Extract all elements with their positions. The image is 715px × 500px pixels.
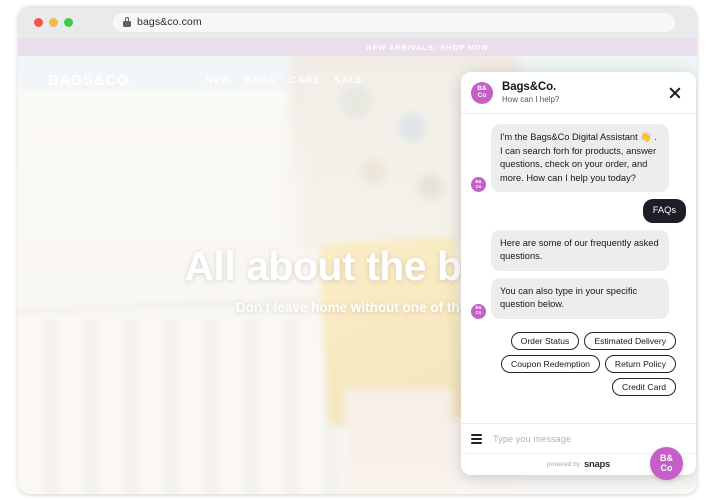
- avatar-line-2: Co: [477, 91, 487, 99]
- bot-avatar: B& Co: [471, 303, 486, 319]
- chat-header: B& Co Bags&Co. How can I help?: [461, 72, 696, 114]
- nav-item-new[interactable]: NEW: [206, 75, 231, 86]
- nav-item-bags[interactable]: BAGS: [245, 75, 276, 86]
- web-page: NEW ARRIVALS: SHOP NOW BAGS&CO. NEW BAGS: [18, 38, 697, 494]
- bot-message-bubble: I'm the Bags&Co Digital Assistant 👋 . I …: [491, 124, 669, 192]
- chat-message-list: B& Co I'm the Bags&Co Digital Assistant …: [461, 114, 696, 423]
- site-logo[interactable]: BAGS&CO.: [48, 72, 134, 89]
- chat-message-row: B& Co You can also type in your specific…: [471, 277, 686, 319]
- bot-message-bubble: Here are some of our frequently asked qu…: [491, 229, 669, 271]
- main-navigation: NEW BAGS CARE SALE: [206, 75, 363, 86]
- hamburger-menu-icon[interactable]: [471, 433, 482, 444]
- chat-message-row: B& Co I'm the Bags&Co Digital Assistant …: [471, 124, 686, 192]
- announcement-bar[interactable]: NEW ARRIVALS: SHOP NOW: [18, 38, 697, 56]
- avatar-line-2: Co: [475, 183, 482, 189]
- close-window-button[interactable]: [34, 17, 43, 27]
- chat-launcher-button[interactable]: B& Co: [650, 447, 683, 480]
- nav-item-sale[interactable]: SALE: [334, 75, 363, 86]
- launcher-line-2: Co: [660, 462, 673, 473]
- user-message-bubble: FAQs: [642, 199, 686, 223]
- quick-reply-order-status[interactable]: Order Status: [510, 331, 580, 350]
- chat-message-input[interactable]: [493, 433, 686, 444]
- quick-reply-estimated-delivery[interactable]: Estimated Delivery: [584, 331, 676, 350]
- lock-icon: [123, 17, 131, 27]
- browser-window: bags&co.com NEW ARRIVALS: SHOP NOW BAGS&…: [18, 6, 697, 494]
- powered-by-label: powered by: [547, 461, 581, 468]
- window-traffic-lights: [34, 17, 73, 27]
- quick-reply-return-policy[interactable]: Return Policy: [604, 354, 676, 373]
- quick-reply-list: Order Status Estimated Delivery Coupon R…: [471, 326, 686, 396]
- maximize-window-button[interactable]: [64, 17, 73, 27]
- bot-avatar: B& Co: [471, 177, 486, 192]
- minimize-window-button[interactable]: [49, 17, 58, 27]
- chat-subtitle: How can I help?: [502, 95, 560, 104]
- chat-title: Bags&Co.: [502, 81, 557, 93]
- address-bar[interactable]: bags&co.com: [113, 12, 675, 32]
- url-text: bags&co.com: [137, 16, 202, 28]
- chat-widget: B& Co Bags&Co. How can I help? B& Co I'm…: [461, 72, 696, 475]
- snaps-brand-label: snaps: [584, 459, 610, 470]
- nav-item-care[interactable]: CARE: [290, 75, 321, 86]
- quick-reply-coupon-redemption[interactable]: Coupon Redemption: [501, 354, 600, 373]
- bot-message-bubble: You can also type in your specific quest…: [491, 277, 669, 319]
- chat-brand-avatar: B& Co: [471, 81, 493, 104]
- close-icon[interactable]: [666, 84, 684, 102]
- announcement-text: NEW ARRIVALS: SHOP NOW: [366, 42, 489, 52]
- avatar-line-2: Co: [475, 310, 482, 315]
- quick-reply-credit-card[interactable]: Credit Card: [612, 377, 676, 396]
- browser-chrome-bar: bags&co.com: [18, 6, 697, 38]
- chat-message-row: Here are some of our frequently asked qu…: [471, 229, 686, 271]
- chat-title-block: Bags&Co. How can I help?: [502, 81, 666, 104]
- chat-message-row: FAQs: [471, 199, 686, 223]
